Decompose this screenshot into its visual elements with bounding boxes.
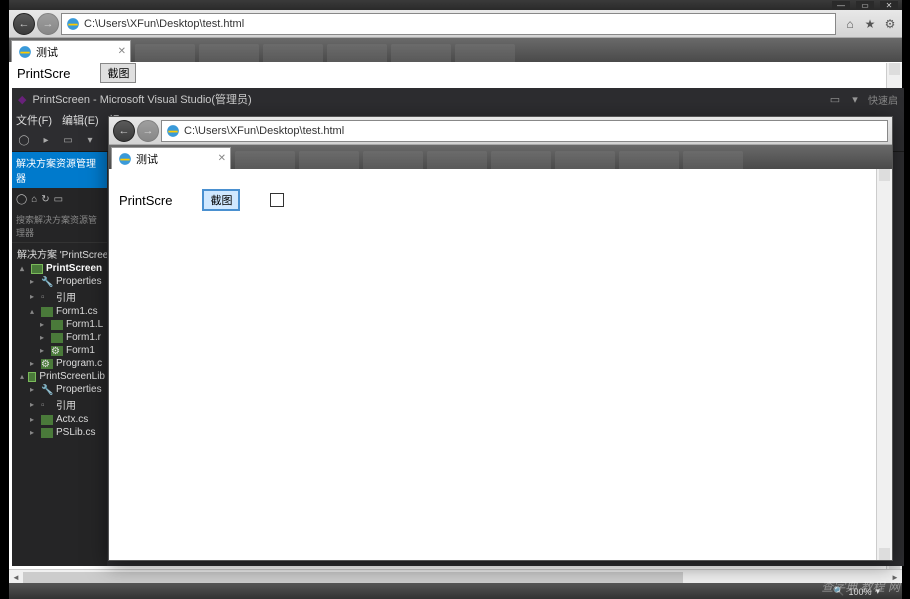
ie-icon [66, 17, 80, 31]
se-refresh-icon[interactable]: ↻ [41, 194, 49, 205]
ie-icon [166, 124, 180, 138]
outer-tab[interactable]: 测试 ✕ [11, 40, 131, 62]
tree-properties2[interactable]: ▸🔧Properties [12, 383, 107, 396]
inner-nav-bar: ← → C:\Users\XFun\Desktop\test.html [109, 117, 892, 145]
back-button[interactable]: ← [13, 13, 35, 35]
menu-file[interactable]: 文件(F) [16, 112, 52, 128]
watermark: 查字典 教程 网 [821, 578, 900, 595]
tree-project-printscreenlib[interactable]: ▴PrintScreenLib [12, 370, 107, 383]
ghost-tabs [131, 44, 900, 62]
window-titlebar: — ▭ ✕ [9, 0, 902, 10]
inner-tab-close-icon[interactable]: ✕ [218, 153, 226, 164]
inner-forward-button[interactable]: → [137, 120, 159, 142]
nav-right-icons: ⌂ ★ ⚙ [838, 16, 898, 32]
minimize-button[interactable]: — [832, 1, 850, 9]
inner-ie-window: ← → C:\Users\XFun\Desktop\test.html 测试 ✕… [108, 116, 893, 561]
tree-solution[interactable]: 解决方案 'PrintScreen [12, 245, 107, 262]
tree-form1cs[interactable]: ▴Form1.cs [12, 305, 107, 318]
nav-back-icon[interactable]: ◯ [16, 133, 32, 149]
outer-page-content: PrintScre 截图 [9, 62, 902, 84]
tree-form1r[interactable]: ▸Form1.r [12, 331, 107, 344]
tree-form1[interactable]: ▸⚙Form1 [12, 344, 107, 357]
inner-url-text: C:\Users\XFun\Desktop\test.html [184, 125, 344, 137]
inner-back-button[interactable]: ← [113, 120, 135, 142]
inner-address-bar[interactable]: C:\Users\XFun\Desktop\test.html [161, 120, 888, 142]
inner-page-content: PrintScre 截图 [109, 169, 892, 231]
tools-icon[interactable]: ⚙ [882, 16, 898, 32]
quick-launch[interactable]: 快速启 [868, 92, 898, 107]
activex-placeholder-icon [270, 193, 284, 207]
flag-icon[interactable]: ▾ [848, 92, 862, 106]
ie-icon [118, 152, 132, 166]
url-text: C:\Users\XFun\Desktop\test.html [84, 18, 244, 30]
outer-tab-strip: 测试 ✕ [9, 38, 902, 62]
vs-titlebar: ◆ PrintScreen - Microsoft Visual Studio(… [12, 88, 904, 110]
solution-explorer-title: 解决方案资源管理器 [12, 152, 107, 188]
tree-form1d[interactable]: ▸Form1.L [12, 318, 107, 331]
menu-edit[interactable]: 编辑(E) [62, 112, 99, 128]
ghost-tabs [231, 151, 890, 169]
inner-tab-strip: 测试 ✕ [109, 145, 892, 169]
tree-pslibcs[interactable]: ▸PSLib.cs [12, 426, 107, 439]
notification-icon[interactable]: ▭ [828, 92, 842, 106]
printscreen-label: PrintScre [17, 66, 70, 81]
address-bar[interactable]: C:\Users\XFun\Desktop\test.html [61, 13, 836, 35]
inner-screenshot-button[interactable]: 截图 [202, 189, 240, 211]
nav-fwd-icon[interactable]: ▸ [38, 133, 54, 149]
tree-references2[interactable]: ▸▫引用 [12, 396, 107, 413]
favorites-icon[interactable]: ★ [862, 16, 878, 32]
forward-button[interactable]: → [37, 13, 59, 35]
inner-tab-title: 测试 [136, 151, 158, 167]
vs-logo-icon: ◆ [18, 93, 26, 106]
se-search-box[interactable]: 搜索解决方案资源管理器 [12, 210, 107, 243]
inner-tab[interactable]: 测试 ✕ [111, 147, 231, 169]
vs-title-text: PrintScreen - Microsoft Visual Studio(管理… [32, 91, 251, 107]
status-bar [9, 583, 902, 599]
tree-actxcs[interactable]: ▸Actx.cs [12, 413, 107, 426]
screenshot-button[interactable]: 截图 [100, 63, 136, 83]
ie-icon [18, 45, 32, 59]
solution-tree: 解决方案 'PrintScreen ▴PrintScreen ▸🔧Propert… [12, 243, 107, 441]
new-icon[interactable]: ▭ [60, 133, 76, 149]
tree-properties[interactable]: ▸🔧Properties [12, 275, 107, 288]
se-home-icon[interactable]: ◯ [16, 194, 27, 205]
se-home2-icon[interactable]: ⌂ [31, 194, 37, 205]
outer-nav-bar: ← → C:\Users\XFun\Desktop\test.html ⌂ ★ … [9, 10, 902, 38]
se-toolbar: ◯ ⌂ ↻ ▭ [12, 188, 107, 210]
home-icon[interactable]: ⌂ [842, 16, 858, 32]
tree-programcs[interactable]: ▸⚙Program.c [12, 357, 107, 370]
maximize-button[interactable]: ▭ [856, 1, 874, 9]
se-collapse-icon[interactable]: ▭ [54, 194, 63, 205]
open-icon[interactable]: ▾ [82, 133, 98, 149]
close-button[interactable]: ✕ [880, 1, 898, 9]
inner-vertical-scrollbar[interactable] [876, 169, 892, 560]
tree-references[interactable]: ▸▫引用 [12, 288, 107, 305]
tab-close-icon[interactable]: ✕ [118, 46, 126, 57]
tree-project-printscreen[interactable]: ▴PrintScreen [12, 262, 107, 275]
inner-printscreen-label: PrintScre [119, 193, 172, 208]
solution-explorer: 解决方案资源管理器 ◯ ⌂ ↻ ▭ 搜索解决方案资源管理器 解决方案 'Prin… [12, 152, 107, 566]
tab-title: 测试 [36, 44, 58, 60]
